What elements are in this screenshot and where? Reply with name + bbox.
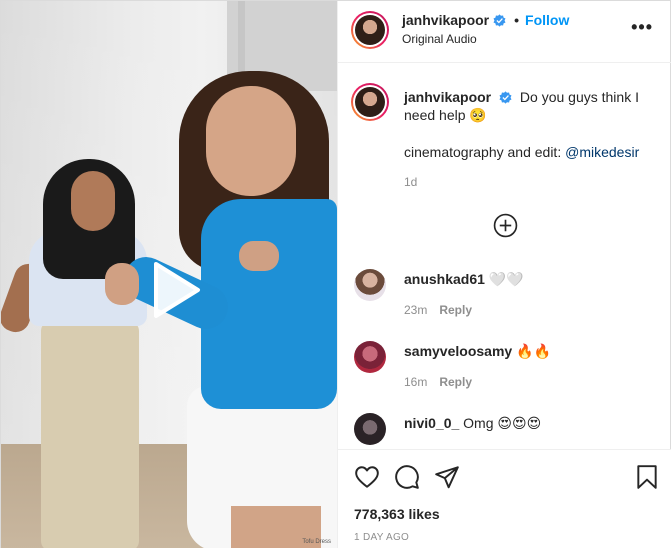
follow-button[interactable]: Follow xyxy=(525,12,569,28)
caption-credit-text: cinematography and edit: xyxy=(404,144,566,160)
likes-count[interactable]: 778,363 likes xyxy=(354,506,440,522)
more-options-icon[interactable]: ••• xyxy=(631,17,653,38)
comment-body: samyveloosamy 🔥🔥 xyxy=(404,343,551,360)
separator-dot: • xyxy=(514,12,520,28)
comment-username[interactable]: samyveloosamy xyxy=(404,343,512,359)
caption-author-avatar[interactable] xyxy=(351,83,389,121)
verified-badge-icon xyxy=(499,91,512,104)
comment-icon[interactable] xyxy=(394,464,420,490)
video-watermark: Tofu Dress xyxy=(302,539,331,545)
commenter-avatar[interactable] xyxy=(354,269,386,301)
comment-text: 🔥🔥 xyxy=(516,343,551,359)
heart-icon[interactable] xyxy=(354,464,380,490)
commenter-avatar[interactable] xyxy=(354,413,386,445)
caption-credit: cinematography and edit: @mikedesir xyxy=(404,143,639,161)
post-dialog: Tofu Dress janhvikapoor • Follow Origina… xyxy=(0,0,671,548)
author-row: janhvikapoor • Follow xyxy=(402,12,569,28)
comment-body: nivi0_0_ Omg 😍😍😍 xyxy=(404,415,541,432)
person-left-pants xyxy=(41,321,139,548)
share-icon[interactable] xyxy=(434,464,460,490)
comment-username[interactable]: anushkad61 xyxy=(404,271,485,287)
post-side-panel: janhvikapoor • Follow Original Audio •••… xyxy=(337,1,671,548)
comment-text: 🤍🤍 xyxy=(488,271,524,287)
post-date[interactable]: 1 DAY AGO xyxy=(354,532,409,543)
play-icon xyxy=(154,262,200,318)
comment-meta: 23m Reply xyxy=(404,303,472,317)
post-header: janhvikapoor • Follow Original Audio ••• xyxy=(338,1,671,63)
caption-username[interactable]: janhvikapoor xyxy=(404,89,491,105)
comment-body: anushkad61 🤍🤍 xyxy=(404,271,524,288)
comment-text: Omg 😍😍😍 xyxy=(463,415,542,431)
audio-link[interactable]: Original Audio xyxy=(402,32,477,46)
add-comments-icon[interactable] xyxy=(493,213,518,238)
comment-username[interactable]: nivi0_0_ xyxy=(404,415,459,431)
author-username[interactable]: janhvikapoor xyxy=(402,12,489,28)
comment-time[interactable]: 16m xyxy=(404,375,427,389)
post-caption: janhvikapoor Do you guys think I need he… xyxy=(404,88,654,160)
comment-meta: 16m Reply xyxy=(404,375,472,389)
verified-badge-icon xyxy=(493,13,506,27)
person-left-face xyxy=(71,171,115,231)
reply-button[interactable]: Reply xyxy=(439,375,472,389)
post-actions: 778,363 likes 1 DAY AGO xyxy=(338,449,671,548)
post-video[interactable]: Tofu Dress xyxy=(1,1,337,548)
commenter-avatar[interactable] xyxy=(354,341,386,373)
author-avatar[interactable] xyxy=(351,11,389,49)
play-button[interactable] xyxy=(142,258,206,322)
comment-time[interactable]: 23m xyxy=(404,303,427,317)
person-right-midriff xyxy=(239,241,279,271)
reply-button[interactable]: Reply xyxy=(439,303,472,317)
caption-mention-link[interactable]: @mikedesir xyxy=(565,144,639,160)
caption-timestamp[interactable]: 1d xyxy=(404,175,417,189)
person-right-face xyxy=(206,86,296,196)
person-right-hand xyxy=(105,263,139,305)
bookmark-icon[interactable] xyxy=(634,464,660,490)
